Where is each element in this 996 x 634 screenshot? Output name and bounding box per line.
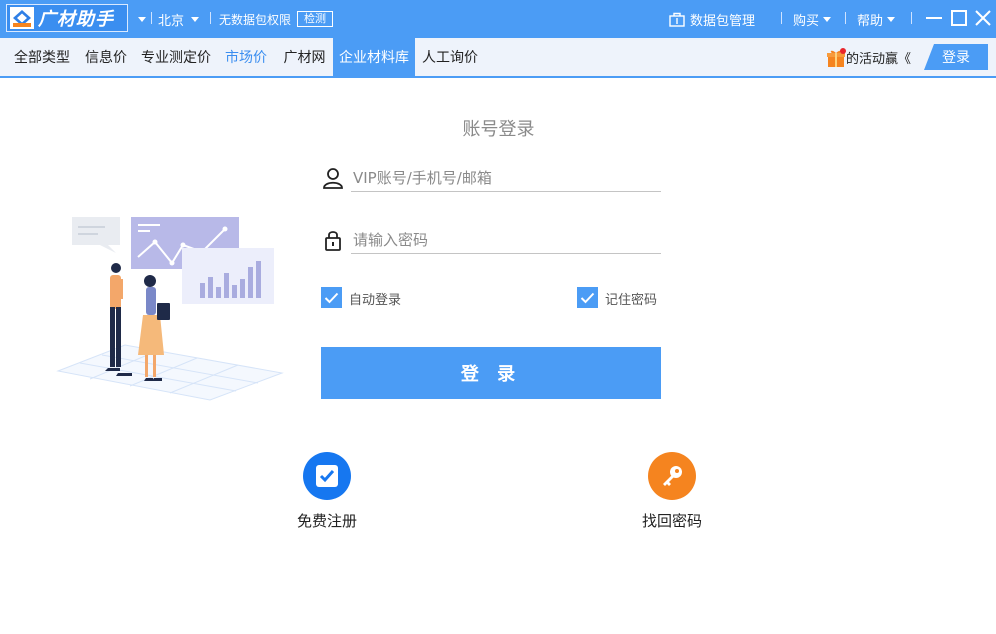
login-form-title: 账号登录	[462, 119, 535, 140]
city-selector[interactable]: 北京	[158, 0, 200, 38]
lock-icon	[325, 231, 341, 251]
remember-password-label: 记住密码	[605, 293, 658, 308]
chevron-down-icon	[887, 16, 896, 22]
app-logo: 广材助手	[6, 4, 128, 32]
login-submit-button[interactable]: 登 录	[321, 347, 661, 399]
remember-password-checkbox[interactable]	[577, 287, 598, 308]
chevron-down-icon	[823, 16, 832, 22]
help-menu[interactable]: 帮助	[857, 0, 896, 38]
maximize-icon[interactable]	[950, 9, 968, 27]
activity-banner[interactable]: 的活动赢《	[846, 38, 911, 76]
app-title: 广材助手	[38, 9, 114, 30]
logo-icon	[10, 7, 34, 29]
checkmark-icon	[324, 292, 339, 303]
nav-login-button[interactable]: 登录	[924, 44, 988, 70]
chevron-down-icon	[191, 16, 200, 22]
close-icon[interactable]	[974, 9, 992, 27]
detect-button[interactable]: 检测	[297, 11, 334, 27]
chevron-down-icon	[138, 16, 146, 22]
tab-market-price[interactable]: 市场价	[219, 38, 273, 76]
register-button[interactable]	[303, 452, 351, 500]
gift-icon[interactable]	[826, 48, 846, 68]
auto-login-label: 自动登录	[349, 293, 402, 308]
package-manage-label: 数据包管理	[690, 13, 756, 29]
register-check-icon	[316, 465, 338, 487]
find-password-label[interactable]: 找回密码	[622, 510, 722, 531]
key-icon	[663, 466, 682, 486]
city-label: 北京	[158, 13, 185, 29]
permission-status: 无数据包权限 检测	[219, 0, 334, 38]
tab-info-price[interactable]: 信息价	[80, 38, 132, 76]
package-icon	[669, 12, 685, 27]
title-bar: 广材助手 北京 无数据包权限 检测 数据包管理 购买 帮助	[0, 0, 996, 38]
tab-manual-inquiry[interactable]: 人工询价	[417, 38, 483, 76]
tab-all-types[interactable]: 全部类型	[8, 38, 76, 76]
help-label: 帮助	[857, 13, 884, 29]
register-label[interactable]: 免费注册	[277, 510, 377, 531]
find-password-button[interactable]	[648, 452, 696, 500]
buy-menu[interactable]: 购买	[793, 0, 832, 38]
minimize-icon[interactable]	[925, 9, 943, 27]
nav-bar: 全部类型 信息价 专业测定价 市场价 广材网 企业材料库 人工询价 的活动赢《 …	[0, 38, 996, 78]
auto-login-checkbox[interactable]	[321, 287, 342, 308]
package-manage-button[interactable]: 数据包管理	[669, 0, 755, 38]
permission-text: 无数据包权限	[219, 12, 292, 27]
user-icon	[323, 168, 343, 189]
checkmark-icon	[580, 292, 595, 303]
tab-professional-price[interactable]: 专业测定价	[137, 38, 215, 76]
password-input[interactable]	[351, 226, 661, 254]
username-input[interactable]	[351, 164, 661, 192]
tab-enterprise-library[interactable]: 企业材料库	[333, 38, 415, 76]
buy-label: 购买	[793, 13, 820, 29]
tab-guangcai-web[interactable]: 广材网	[278, 38, 331, 76]
app-menu-dropdown[interactable]	[134, 0, 146, 38]
login-illustration	[56, 217, 284, 401]
